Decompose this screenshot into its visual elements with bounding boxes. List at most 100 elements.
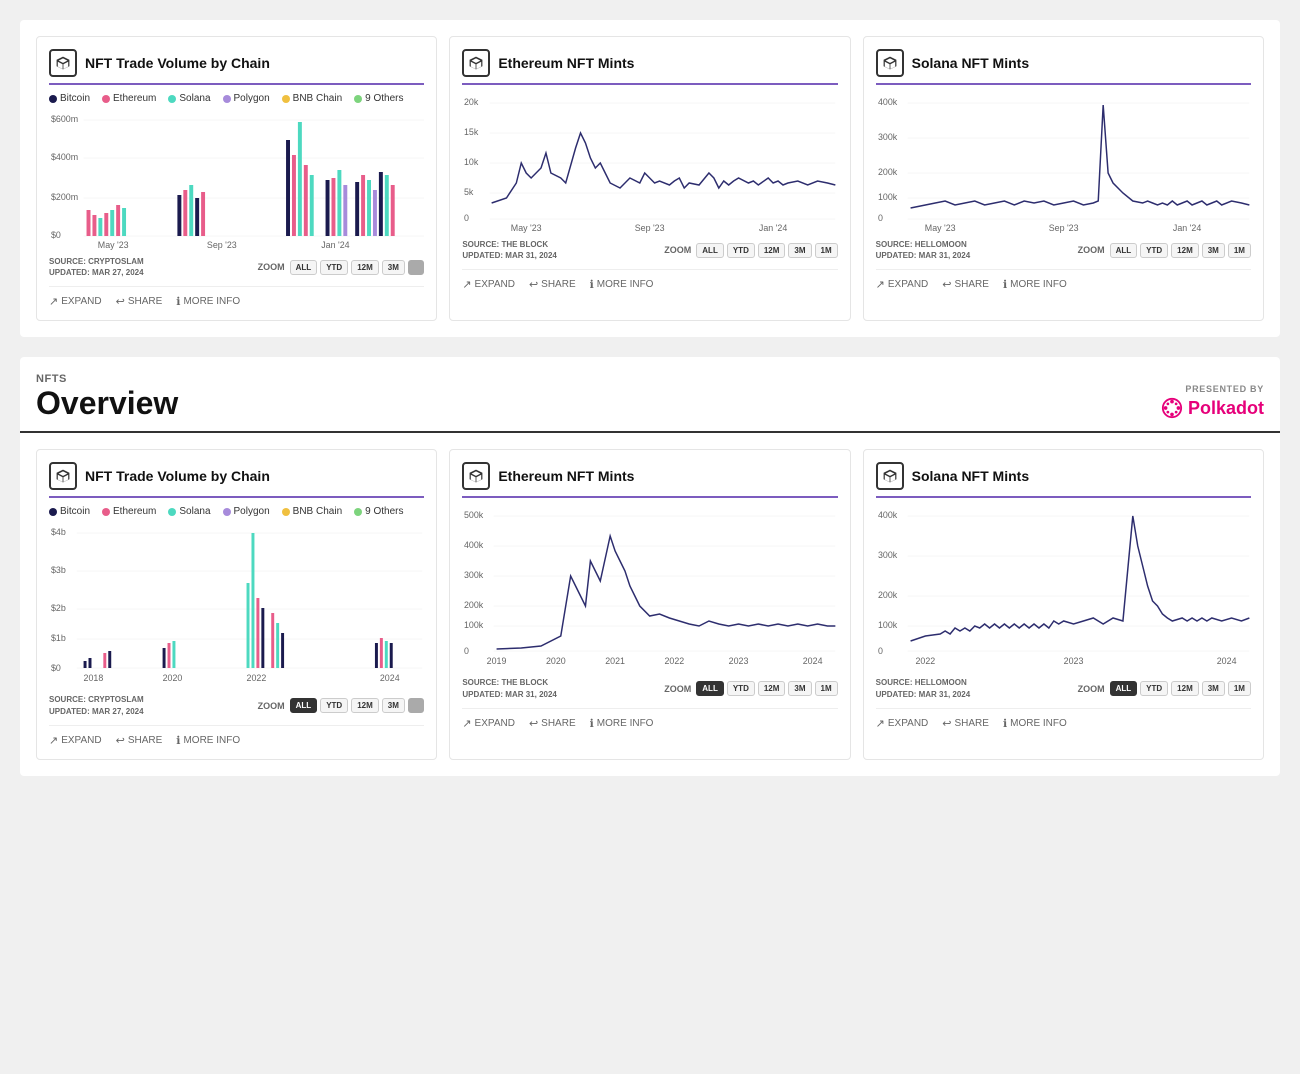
zoom-all[interactable]: ALL [290, 698, 318, 713]
svg-text:15k: 15k [464, 127, 479, 137]
zoom-3m[interactable]: 3M [382, 698, 405, 713]
share-button[interactable]: ↩ SHARE [942, 717, 989, 730]
zoom-all[interactable]: ALL [1110, 681, 1138, 696]
svg-text:300k: 300k [878, 132, 898, 142]
share-button[interactable]: ↩ SHARE [529, 717, 576, 730]
chart-divider [462, 496, 837, 498]
svg-text:Sep '23: Sep '23 [1048, 223, 1078, 233]
svg-text:200k: 200k [464, 600, 484, 610]
zoom-ytd[interactable]: YTD [320, 260, 348, 275]
svg-text:10k: 10k [464, 157, 479, 167]
cube-icon [876, 49, 904, 77]
more-info-button[interactable]: ℹ MORE INFO [1003, 278, 1067, 291]
zoom-all[interactable]: ALL [696, 243, 724, 258]
overview-title: Overview [36, 387, 178, 419]
svg-text:0: 0 [878, 213, 883, 223]
svg-text:0: 0 [878, 646, 883, 656]
svg-text:$4b: $4b [51, 527, 66, 537]
share-button[interactable]: ↩ SHARE [116, 734, 163, 747]
zoom-1m[interactable]: 1M [1228, 243, 1251, 258]
legend-others: 9 Others [354, 506, 403, 517]
bar-chart-svg: $600m $400m $200m $0 [49, 110, 424, 250]
more-info-button[interactable]: ℹ MORE INFO [1003, 717, 1067, 730]
more-info-button[interactable]: ℹ MORE INFO [590, 717, 654, 730]
zoom-3m[interactable]: 3M [382, 260, 405, 275]
svg-text:2023: 2023 [1063, 656, 1083, 666]
zoom-1m[interactable]: 1M [815, 681, 838, 696]
zoom-1m[interactable]: 1M [815, 243, 838, 258]
expand-button[interactable]: ↗ EXPAND [876, 278, 929, 291]
svg-text:Jan '24: Jan '24 [321, 240, 349, 250]
expand-button[interactable]: ↗ EXPAND [876, 717, 929, 730]
overview-header: NFTS Overview PRESENTED BY [20, 357, 1280, 433]
more-info-button[interactable]: ℹ MORE INFO [590, 278, 654, 291]
source-text: SOURCE: CRYPTOSLAMUPDATED: MAR 27, 2024 [49, 256, 144, 278]
zoom-12m[interactable]: 12M [351, 698, 379, 713]
svg-text:Sep '23: Sep '23 [207, 240, 237, 250]
more-info-button[interactable]: ℹ MORE INFO [176, 734, 240, 747]
share-button[interactable]: ↩ SHARE [529, 278, 576, 291]
chart-header: Ethereum NFT Mints [462, 49, 837, 77]
top-chart-3: Solana NFT Mints 400k 300k 200k 100k 0 [863, 36, 1264, 321]
svg-text:200k: 200k [878, 590, 898, 600]
svg-text:May '23: May '23 [511, 223, 542, 233]
chart-area: $600m $400m $200m $0 [49, 110, 424, 250]
zoom-3m[interactable]: 3M [788, 681, 811, 696]
zoom-all[interactable]: ALL [290, 260, 318, 275]
chart-footer: SOURCE: THE BLOCKUPDATED: MAR 31, 2024 Z… [462, 677, 837, 699]
expand-button[interactable]: ↗ EXPAND [462, 278, 515, 291]
chart-actions: ↗ EXPAND ↩ SHARE ℹ MORE INFO [876, 708, 1251, 730]
expand-button[interactable]: ↗ EXPAND [462, 717, 515, 730]
zoom-ytd[interactable]: YTD [727, 243, 755, 258]
chart-footer: SOURCE: HELLOMOONUPDATED: MAR 31, 2024 Z… [876, 677, 1251, 699]
chart-title: Solana NFT Mints [912, 468, 1029, 484]
zoom-12m[interactable]: 12M [1171, 681, 1199, 696]
overview-title-block: NFTS Overview [36, 373, 178, 419]
chart-area: 400k 300k 200k 100k 0 May '23 Sep '23 [876, 93, 1251, 233]
svg-text:0: 0 [464, 646, 469, 656]
svg-text:100k: 100k [464, 620, 484, 630]
zoom-controls: ZOOM ALL YTD 12M 3M [258, 260, 425, 275]
svg-text:400k: 400k [878, 510, 898, 520]
zoom-all[interactable]: ALL [1110, 243, 1138, 258]
zoom-all[interactable]: ALL [696, 681, 724, 696]
zoom-3m[interactable]: 3M [1202, 243, 1225, 258]
svg-text:2022: 2022 [915, 656, 935, 666]
chart-divider [876, 83, 1251, 85]
expand-button[interactable]: ↗ EXPAND [49, 734, 102, 747]
zoom-12m[interactable]: 12M [1171, 243, 1199, 258]
svg-text:20k: 20k [464, 97, 479, 107]
chart-legend: Bitcoin Ethereum Solana Polygon BNB Chai… [49, 506, 424, 517]
svg-text:Jan '24: Jan '24 [1173, 223, 1201, 233]
overview-charts: NFT Trade Volume by Chain Bitcoin Ethere… [20, 433, 1280, 775]
zoom-custom[interactable] [408, 698, 424, 713]
chart-header: NFT Trade Volume by Chain [49, 49, 424, 77]
svg-text:$2b: $2b [51, 603, 66, 613]
zoom-ytd[interactable]: YTD [727, 681, 755, 696]
zoom-12m[interactable]: 12M [758, 681, 786, 696]
zoom-3m[interactable]: 3M [788, 243, 811, 258]
svg-text:$600m: $600m [51, 114, 78, 124]
zoom-12m[interactable]: 12M [758, 243, 786, 258]
expand-button[interactable]: ↗ EXPAND [49, 295, 102, 308]
share-button[interactable]: ↩ SHARE [116, 295, 163, 308]
svg-text:500k: 500k [464, 510, 484, 520]
svg-text:400k: 400k [878, 97, 898, 107]
share-button[interactable]: ↩ SHARE [942, 278, 989, 291]
nfts-label: NFTS [36, 373, 178, 385]
zoom-1m[interactable]: 1M [1228, 681, 1251, 696]
svg-text:2021: 2021 [606, 656, 626, 666]
chart-title: NFT Trade Volume by Chain [85, 468, 270, 484]
cube-icon [462, 49, 490, 77]
more-info-button[interactable]: ℹ MORE INFO [176, 295, 240, 308]
zoom-12m[interactable]: 12M [351, 260, 379, 275]
zoom-ytd[interactable]: YTD [1140, 681, 1168, 696]
zoom-ytd[interactable]: YTD [1140, 243, 1168, 258]
zoom-ytd[interactable]: YTD [320, 698, 348, 713]
legend-solana: Solana [168, 93, 210, 104]
zoom-custom[interactable] [408, 260, 424, 275]
svg-text:5k: 5k [464, 187, 474, 197]
cube-icon [49, 49, 77, 77]
zoom-3m[interactable]: 3M [1202, 681, 1225, 696]
source-text: SOURCE: THE BLOCKUPDATED: MAR 31, 2024 [462, 239, 557, 261]
